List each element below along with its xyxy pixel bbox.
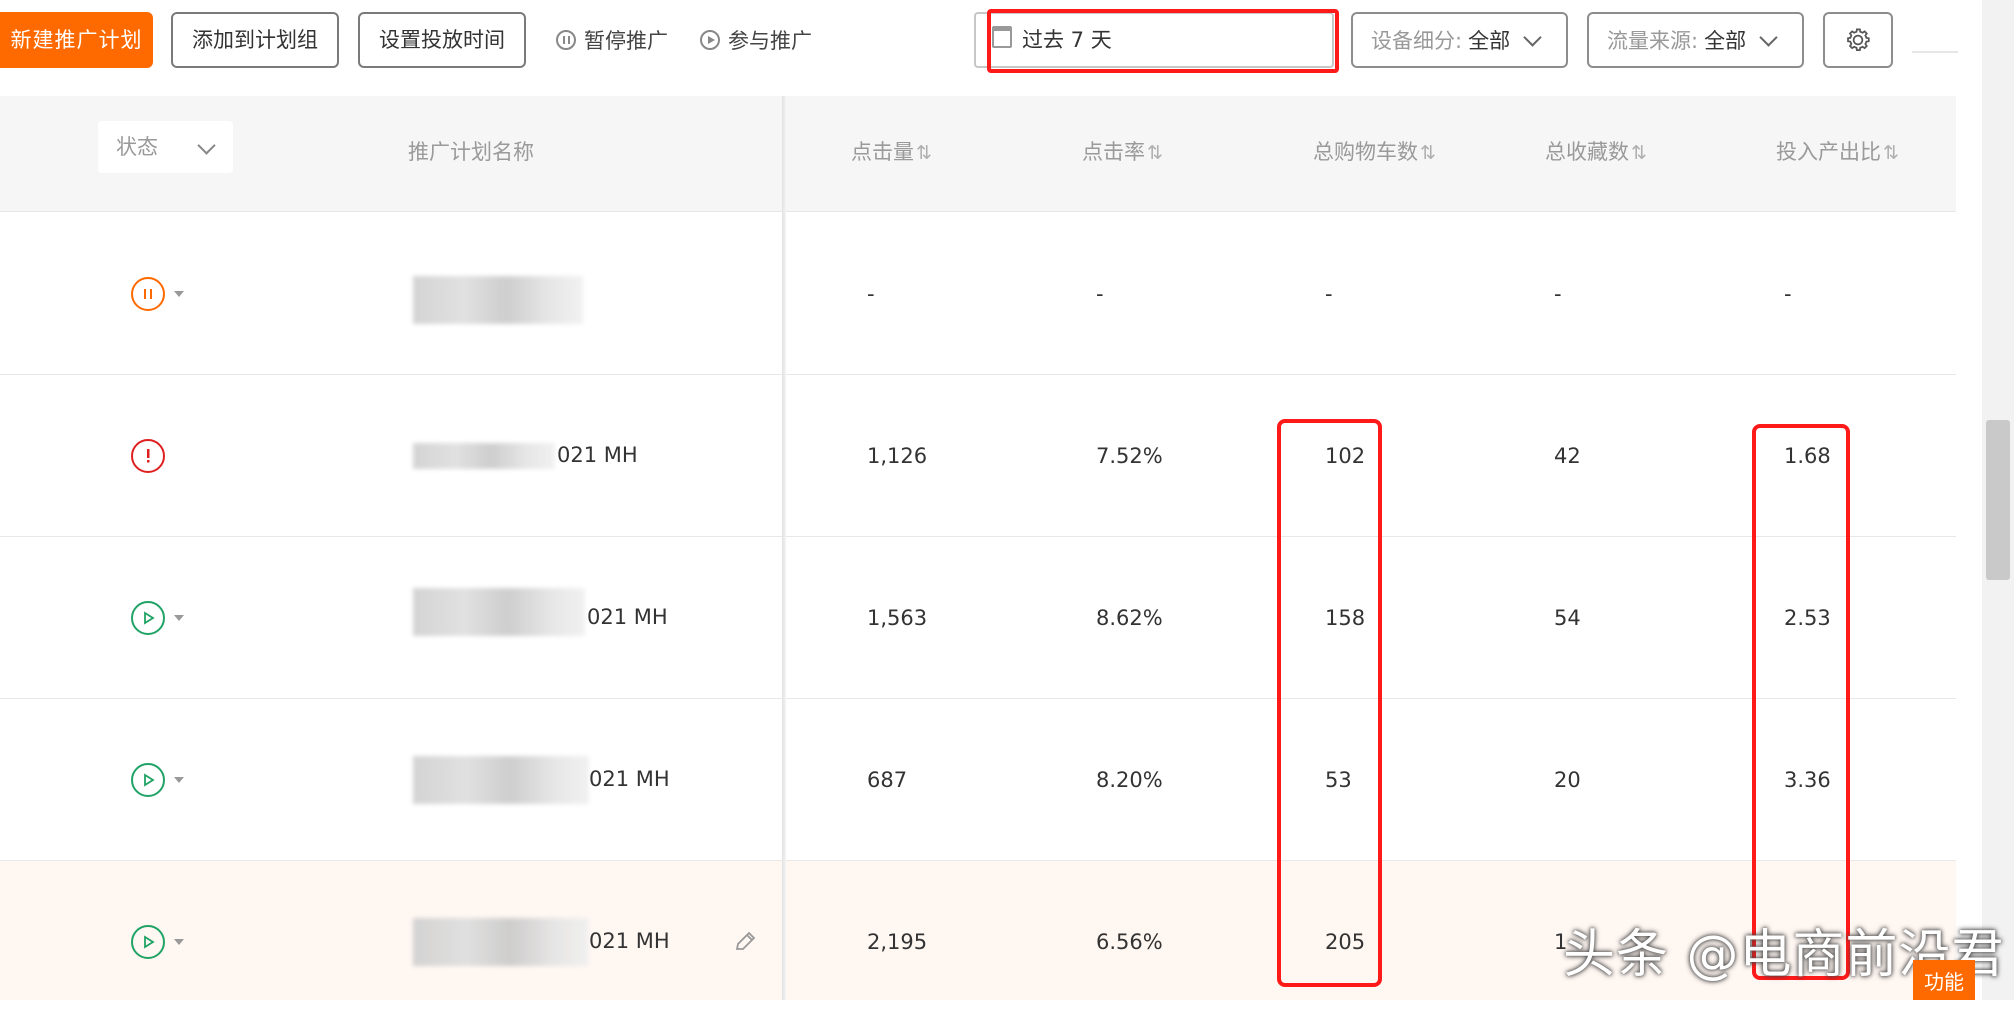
cell-roi: - <box>1784 282 1792 306</box>
cell-clicks: 2,195 <box>867 930 928 954</box>
table-row[interactable] <box>0 213 1956 375</box>
status-filter-label: 状态 <box>116 135 158 159</box>
cell-clicks: 1,126 <box>867 444 928 468</box>
frozen-column-divider <box>782 96 786 1000</box>
column-header-clicks[interactable]: 点击量 ⇅ <box>851 96 932 212</box>
cell-ctr: 6.56% <box>1096 930 1163 954</box>
play-circle-icon <box>700 30 720 50</box>
device-filter-label: 设备细分: <box>1371 29 1463 53</box>
table-row[interactable] <box>0 537 1956 699</box>
plan-name-redacted <box>413 276 583 324</box>
pause-promotion-button[interactable]: 暂停推广 <box>556 12 668 68</box>
sort-icon[interactable]: ⇅ <box>1147 142 1163 164</box>
cell-ctr: 8.20% <box>1096 768 1163 792</box>
column-header-ctr[interactable]: 点击率 ⇅ <box>1082 96 1163 212</box>
settings-button[interactable] <box>1823 12 1893 68</box>
table-row[interactable] <box>0 699 1956 861</box>
plan-name-suffix[interactable]: 021 MH <box>557 375 638 537</box>
column-header-plan-name: 推广计划名称 <box>408 140 534 164</box>
column-header-favorites[interactable]: 总收藏数 ⇅ <box>1545 96 1647 212</box>
join-promotion-button[interactable]: 参与推广 <box>700 12 812 68</box>
plan-name-redacted <box>413 443 555 469</box>
chevron-down-icon <box>1523 27 1542 47</box>
device-filter-value: 全部 <box>1468 29 1511 53</box>
cell-clicks: 1,563 <box>867 606 928 630</box>
warning-status-icon[interactable] <box>131 439 165 473</box>
new-plan-button[interactable]: 新建推广计划 <box>0 12 153 68</box>
table-row[interactable] <box>0 375 1956 537</box>
cell-favorites: - <box>1554 282 1562 306</box>
plan-name-redacted <box>413 918 589 966</box>
cell-clicks: 687 <box>867 768 908 792</box>
play-status-icon[interactable] <box>131 763 165 797</box>
status-dropdown-caret-icon[interactable] <box>174 777 184 783</box>
scrollbar-thumb[interactable] <box>1986 420 2010 580</box>
set-schedule-button[interactable]: 设置投放时间 <box>358 12 526 68</box>
cell-favorites: 20 <box>1554 768 1581 792</box>
join-promotion-label: 参与推广 <box>728 29 812 53</box>
plan-name-suffix[interactable]: 021 MH <box>587 537 668 699</box>
column-header-roi-label: 投入产出比 <box>1776 140 1881 164</box>
pause-circle-icon <box>556 30 576 50</box>
cell-favorites: 54 <box>1554 606 1581 630</box>
traffic-source-select[interactable]: 流量来源: 全部 <box>1587 12 1804 68</box>
column-header-clicks-label: 点击量 <box>851 140 914 164</box>
column-header-carts[interactable]: 总购物车数 ⇅ <box>1313 96 1436 212</box>
cell-ctr: - <box>1096 282 1104 306</box>
device-filter-select[interactable]: 设备细分: 全部 <box>1351 12 1568 68</box>
cell-ctr: 8.62% <box>1096 606 1163 630</box>
column-header-favorites-label: 总收藏数 <box>1545 140 1629 164</box>
status-dropdown-caret-icon[interactable] <box>174 939 184 945</box>
sort-icon[interactable]: ⇅ <box>1883 142 1899 164</box>
pause-status-icon[interactable] <box>131 277 165 311</box>
status-filter-select[interactable]: 状态 <box>98 121 233 173</box>
plan-name-redacted <box>413 756 589 804</box>
cell-ctr: 7.52% <box>1096 444 1163 468</box>
play-status-icon[interactable] <box>131 925 165 959</box>
pause-promotion-label: 暂停推广 <box>584 29 668 53</box>
cell-carts: - <box>1325 282 1333 306</box>
toolbar-divider <box>1912 51 1958 53</box>
chevron-down-icon <box>197 136 216 155</box>
column-header-ctr-label: 点击率 <box>1082 140 1145 164</box>
cell-favorites: 42 <box>1554 444 1581 468</box>
add-to-group-button[interactable]: 添加到计划组 <box>171 12 339 68</box>
chevron-down-icon <box>1759 27 1778 47</box>
roi-highlight-box <box>1752 424 1850 980</box>
table-header <box>0 96 1956 212</box>
status-dropdown-caret-icon[interactable] <box>174 291 184 297</box>
plan-name-redacted <box>413 588 585 636</box>
plan-name-suffix[interactable]: 021 MH <box>589 861 670 1023</box>
status-dropdown-caret-icon[interactable] <box>174 615 184 621</box>
traffic-source-value: 全部 <box>1704 29 1747 53</box>
edit-pencil-icon[interactable] <box>732 929 758 955</box>
feature-corner-button[interactable]: 功能 <box>1913 960 1975 1000</box>
sort-icon[interactable]: ⇅ <box>916 142 932 164</box>
sort-icon[interactable]: ⇅ <box>1631 142 1647 164</box>
sort-icon[interactable]: ⇅ <box>1420 142 1436 164</box>
plan-name-suffix[interactable]: 021 MH <box>589 699 670 861</box>
traffic-source-label: 流量来源: <box>1607 29 1699 53</box>
column-header-roi[interactable]: 投入产出比 ⇅ <box>1776 96 1899 212</box>
play-status-icon[interactable] <box>131 601 165 635</box>
cell-clicks: - <box>867 282 875 306</box>
gear-icon <box>1847 28 1870 51</box>
date-range-highlight-box <box>987 9 1339 73</box>
column-header-carts-label: 总购物车数 <box>1313 140 1418 164</box>
carts-highlight-box <box>1277 419 1382 987</box>
